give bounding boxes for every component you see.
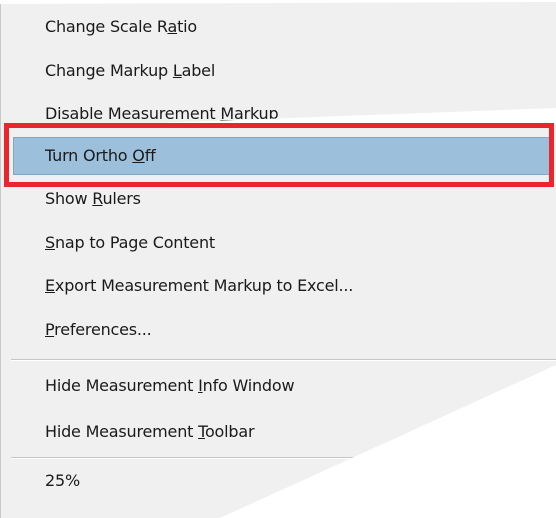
menu-item-label: 25% — [45, 471, 80, 490]
menu-separator — [11, 359, 556, 361]
mnemonic: R — [92, 189, 103, 208]
menu-item-label: ulers — [102, 189, 141, 208]
menu-item-hide-measurement-toolbar[interactable]: Hide Measurement Toolbar — [45, 422, 255, 442]
menu-item-label: Change Scale R — [45, 17, 168, 36]
mnemonic: L — [172, 61, 182, 80]
mnemonic: T — [198, 422, 205, 441]
mnemonic: M — [220, 104, 234, 123]
menu-item-label: nap to Page Content — [54, 233, 215, 252]
mnemonic: P — [45, 320, 55, 339]
menu-item-show-rulers[interactable]: Show Rulers — [45, 189, 141, 209]
menu-item-label: Show — [45, 189, 93, 208]
menu-item-label: Hide Measurement — [45, 376, 199, 395]
menu-item-label: Disable Measurement — [45, 104, 221, 123]
menu-item-label: oolbar — [204, 422, 255, 441]
menu-item-change-scale-ratio[interactable]: Change Scale Ratio — [45, 17, 197, 37]
menu-item-label: tio — [177, 17, 197, 36]
menu-item-label: xport Measurement Markup to Excel... — [54, 276, 354, 295]
screenshot-stage: Change Scale Ratio Change Markup Label D… — [0, 0, 556, 518]
menu-item-label: Change Markup — [45, 61, 173, 80]
menu-item-zoom-25[interactable]: 25% — [45, 471, 80, 491]
annotation-highlight-box — [4, 123, 554, 187]
mnemonic: a — [167, 17, 178, 36]
menu-item-label: references... — [54, 320, 152, 339]
menu-item-label: arkup — [233, 104, 279, 123]
mnemonic: E — [45, 276, 55, 295]
menu-item-snap-to-page-content[interactable]: Snap to Page Content — [45, 233, 215, 253]
mnemonic: S — [45, 233, 55, 252]
menu-separator — [11, 457, 556, 459]
menu-item-hide-measurement-info-window[interactable]: Hide Measurement Info Window — [45, 376, 295, 396]
menu-item-change-markup-label[interactable]: Change Markup Label — [45, 61, 215, 81]
menu-item-label: nfo Window — [202, 376, 295, 395]
menu-item-export-measurement-markup[interactable]: Export Measurement Markup to Excel... — [45, 276, 353, 296]
menu-item-preferences[interactable]: Preferences... — [45, 320, 152, 340]
menu-item-label: abel — [181, 61, 216, 80]
menu-item-label: Hide Measurement — [45, 422, 199, 441]
menu-item-disable-measurement-markup[interactable]: Disable Measurement Markup — [45, 104, 279, 124]
context-menu: Change Scale Ratio Change Markup Label D… — [0, 0, 556, 518]
